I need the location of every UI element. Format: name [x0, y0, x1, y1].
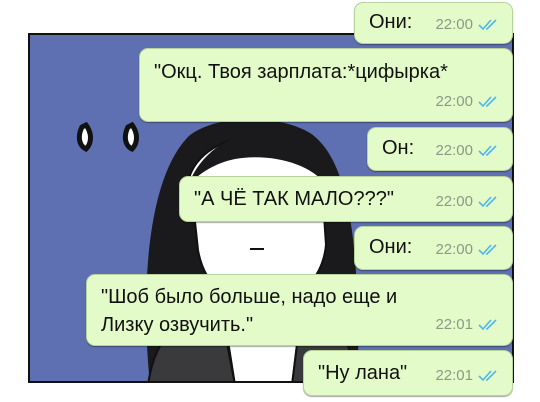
message-text: "А ЧЁ ТАК МАЛО???" [194, 188, 394, 210]
message-bubble[interactable]: "Ну лана" 22:01 [303, 350, 513, 396]
message-text: "Ну лана" [318, 362, 408, 384]
message-time: 22:00 [435, 93, 473, 110]
message-time: 22:01 [435, 367, 473, 384]
message-bubble[interactable]: "Окц. Твоя зарплата:*цифырка* 22:00 [139, 48, 513, 122]
double-check-icon [478, 319, 497, 331]
message-meta: 22:00 [435, 237, 500, 263]
double-check-icon [478, 145, 497, 157]
message-meta: 22:00 [435, 138, 500, 164]
message-meta: 22:00 [435, 189, 500, 215]
message-meta: 22:00 [435, 12, 500, 38]
message-text-line-1: "Шоб было больше, надо еще и [101, 286, 398, 308]
message-text-line-2: Лизку озвучить." [101, 314, 254, 336]
double-check-icon [478, 196, 497, 208]
message-bubble[interactable]: "А ЧЁ ТАК МАЛО???" 22:00 [179, 176, 513, 222]
double-check-icon [478, 244, 497, 256]
message-bubble[interactable]: Он: 22:00 [367, 127, 513, 171]
message-text: Он: [382, 137, 415, 159]
message-text: "Окц. Твоя зарплата:*цифырка* [154, 61, 448, 83]
message-text: Они: [369, 11, 413, 33]
message-time: 22:00 [435, 193, 473, 210]
message-time: 22:00 [435, 241, 473, 258]
message-bubble[interactable]: Они: 22:00 [354, 2, 513, 44]
double-check-icon [478, 96, 497, 108]
message-meta: 22:00 [435, 89, 500, 115]
message-time: 22:00 [435, 142, 473, 159]
message-text: Они: [369, 236, 413, 258]
message-time: 22:00 [435, 16, 473, 33]
double-check-icon [478, 370, 497, 382]
message-meta: 22:01 [435, 312, 500, 338]
message-bubble[interactable]: Они: 22:00 [354, 226, 513, 270]
message-time: 22:01 [435, 316, 473, 333]
message-meta: 22:01 [435, 363, 500, 389]
message-bubble[interactable]: "Шоб было больше, надо еще и Лизку озвуч… [86, 274, 513, 346]
double-check-icon [478, 19, 497, 31]
